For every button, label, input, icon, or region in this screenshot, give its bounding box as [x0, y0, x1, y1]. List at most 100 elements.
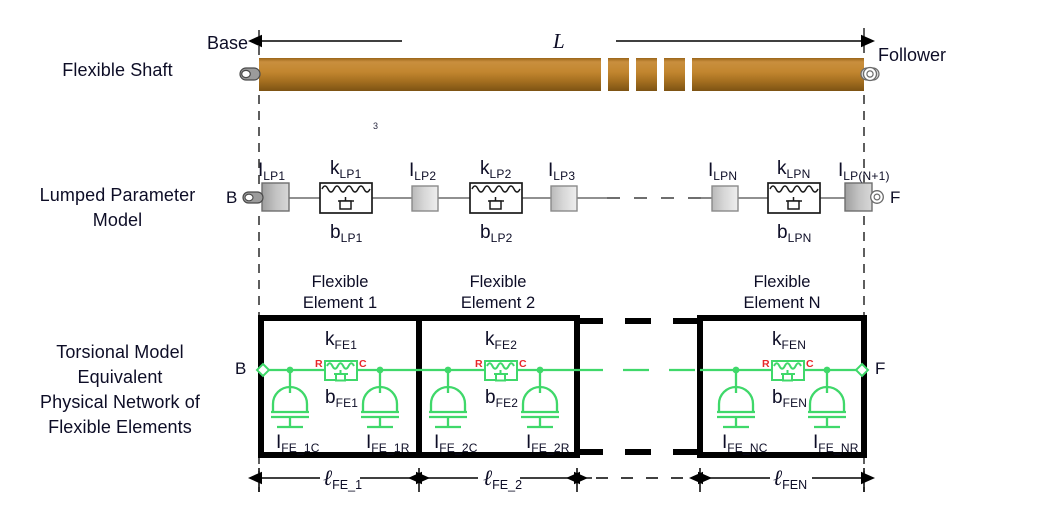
fe-stiffness-label-n-main: k — [772, 329, 782, 350]
lp-inertia-label-3: ILP3 — [548, 160, 575, 183]
row-label-torsional-model: Torsional Model Equivalent Physical Netw… — [5, 340, 235, 440]
lp-stiffness-label-n-main: k — [777, 158, 787, 179]
fe-damping-label-1: bFE1 — [325, 387, 358, 410]
fe-stiffness-label-2: kFE2 — [485, 329, 517, 352]
flexible-element-title-1-line2: Element 1 — [302, 294, 378, 312]
fe-stiffness-label-2-sub: FE2 — [494, 337, 518, 352]
dimension-label-1: ℓFE_1 — [323, 465, 362, 492]
row-label-torsional-line4: Flexible Elements — [48, 417, 192, 437]
row-label-torsional-line1: Torsional Model — [56, 342, 184, 362]
lp-inertia-label-1-sub: LP1 — [263, 168, 286, 183]
fe-stiffness-label-n: kFEN — [772, 329, 806, 352]
lp-inertia-label-2-sub: LP2 — [414, 168, 437, 183]
fe-inertia-label-1c-sub: FE_1C — [281, 440, 320, 455]
fe-stiffness-label-1-sub: FE1 — [334, 337, 358, 352]
flexible-element-title-n: Flexible Element N — [722, 272, 842, 314]
lp-stiffness-label-1: kLP1 — [330, 158, 361, 181]
lp-follower-terminal-label: F — [890, 188, 901, 207]
flexible-element-title-2: Flexible Element 2 — [438, 272, 558, 314]
lp-inertia-block-1 — [261, 182, 290, 212]
lp-damping-label-1-sub: LP1 — [340, 230, 363, 245]
dimension-label-n: ℓFEN — [773, 465, 807, 492]
row-label-lumped-line2: Model — [92, 210, 143, 230]
lp-damping-label-1-main: b — [330, 222, 341, 243]
lp-follower-pivot — [870, 190, 884, 204]
fe-inertia-label-2r: IFE_2R — [526, 432, 570, 455]
dimension-label-1-sub: FE_1 — [332, 477, 363, 492]
fe-damping-label-n-sub: FEN — [782, 395, 808, 410]
fe1-port-c-label: C — [359, 358, 367, 370]
lp-spring-damper-n — [767, 182, 821, 214]
fe2-port-c-label: C — [519, 358, 527, 370]
row-label-lumped-line1: Lumped Parameter — [39, 185, 196, 205]
row-label-torsional-line2: Equivalent — [77, 367, 163, 387]
length-symbol-L: L — [553, 29, 565, 53]
lp-stiffness-label-1-sub: LP1 — [339, 166, 362, 181]
fe-stiffness-label-2-main: k — [485, 329, 495, 350]
flexible-element-title-2-line2: Element 2 — [460, 294, 536, 312]
dimension-label-1-symbol: ℓ — [323, 465, 333, 490]
fe-inertia-label-1r-sub: FE_1R — [371, 440, 410, 455]
lp-stiffness-label-1-main: k — [330, 158, 340, 179]
dimension-label-2-symbol: ℓ — [483, 465, 493, 490]
fe-inertia-label-2c-sub: FE_2C — [439, 440, 478, 455]
flexible-element-title-2-line1: Flexible — [469, 273, 527, 291]
fen-port-c-label: C — [806, 358, 814, 370]
torsional-follower-terminal-label: F — [875, 359, 886, 378]
lp-damping-label-n: bLPN — [777, 222, 812, 245]
diagram-canvas: Flexible Shaft Lumped Parameter Model To… — [0, 0, 1053, 521]
lp-inertia-block-2 — [411, 185, 439, 212]
lp-inertia-label-5-sub: LP(N+1) — [843, 168, 890, 183]
lp-stiffness-label-n: kLPN — [777, 158, 810, 181]
lp-damping-label-2-sub: LP2 — [490, 230, 513, 245]
row-label-torsional-line3: Physical Network of — [40, 392, 200, 412]
fe2-port-r-label: R — [475, 358, 483, 370]
lp-stiffness-label-2-sub: LP2 — [489, 166, 512, 181]
lp-inertia-label-2: ILP2 — [409, 160, 436, 183]
lp-damping-label-n-main: b — [777, 222, 788, 243]
fe-stiffness-label-1: kFE1 — [325, 329, 357, 352]
lp-spring-damper-2 — [469, 182, 523, 214]
fe-stiffness-label-n-sub: FEN — [781, 337, 807, 352]
lumped-parameter-graphic — [242, 182, 884, 214]
lp-inertia-block-4 — [711, 185, 739, 212]
fe-inertia-label-2r-sub: FE_2R — [531, 440, 570, 455]
fe1-port-r-label: R — [315, 358, 323, 370]
lp-damping-label-1: bLP1 — [330, 222, 363, 245]
lp-base-pivot — [242, 191, 264, 204]
fe-damping-label-2-sub: FE2 — [495, 395, 519, 410]
lp-base-terminal-label: B — [226, 188, 238, 207]
fe-damping-label-1-main: b — [325, 387, 336, 408]
fe-damping-label-n: bFEN — [772, 387, 807, 410]
lp-spring-damper-1 — [319, 182, 373, 214]
dimension-label-2-sub: FE_2 — [492, 477, 523, 492]
dimension-label-n-sub: FEN — [782, 477, 808, 492]
fe-damping-label-2: bFE2 — [485, 387, 518, 410]
stray-mark-3: 3 — [373, 121, 379, 131]
fe-inertia-label-nr: IFE_NR — [813, 432, 859, 455]
lp-stiffness-label-2: kLP2 — [480, 158, 511, 181]
lp-inertia-label-4: ILPN — [708, 160, 737, 183]
lp-inertia-label-5: ILP(N+1) — [838, 160, 890, 183]
flexible-element-title-1: Flexible Element 1 — [280, 272, 400, 314]
lp-inertia-label-1: ILP1 — [258, 160, 285, 183]
fe-inertia-label-nc: IFE_NC — [722, 432, 768, 455]
base-label: Base — [207, 33, 249, 53]
fe-inertia-label-2c: IFE_2C — [434, 432, 478, 455]
fe-inertia-label-nc-sub: FE_NC — [727, 440, 768, 455]
fen-port-r-label: R — [762, 358, 770, 370]
row-label-flexible-shaft: Flexible Shaft — [62, 60, 173, 80]
torsional-base-terminal-label: B — [235, 359, 247, 378]
row-label-lumped-parameter: Lumped Parameter Model — [5, 183, 230, 233]
flexible-element-title-1-line1: Flexible — [311, 273, 369, 291]
fe-damping-label-n-main: b — [772, 387, 783, 408]
fe-damping-label-2-main: b — [485, 387, 496, 408]
lp-damping-label-n-sub: LPN — [787, 230, 812, 245]
fe-inertia-label-nr-sub: FE_NR — [818, 440, 859, 455]
lp-damping-label-2-main: b — [480, 222, 491, 243]
fe-inertia-label-1c: IFE_1C — [276, 432, 320, 455]
dimension-label-n-symbol: ℓ — [773, 465, 783, 490]
lp-stiffness-label-n-sub: LPN — [786, 166, 811, 181]
shaft-base-pivot — [239, 67, 261, 81]
lp-inertia-block-5 — [844, 182, 873, 212]
